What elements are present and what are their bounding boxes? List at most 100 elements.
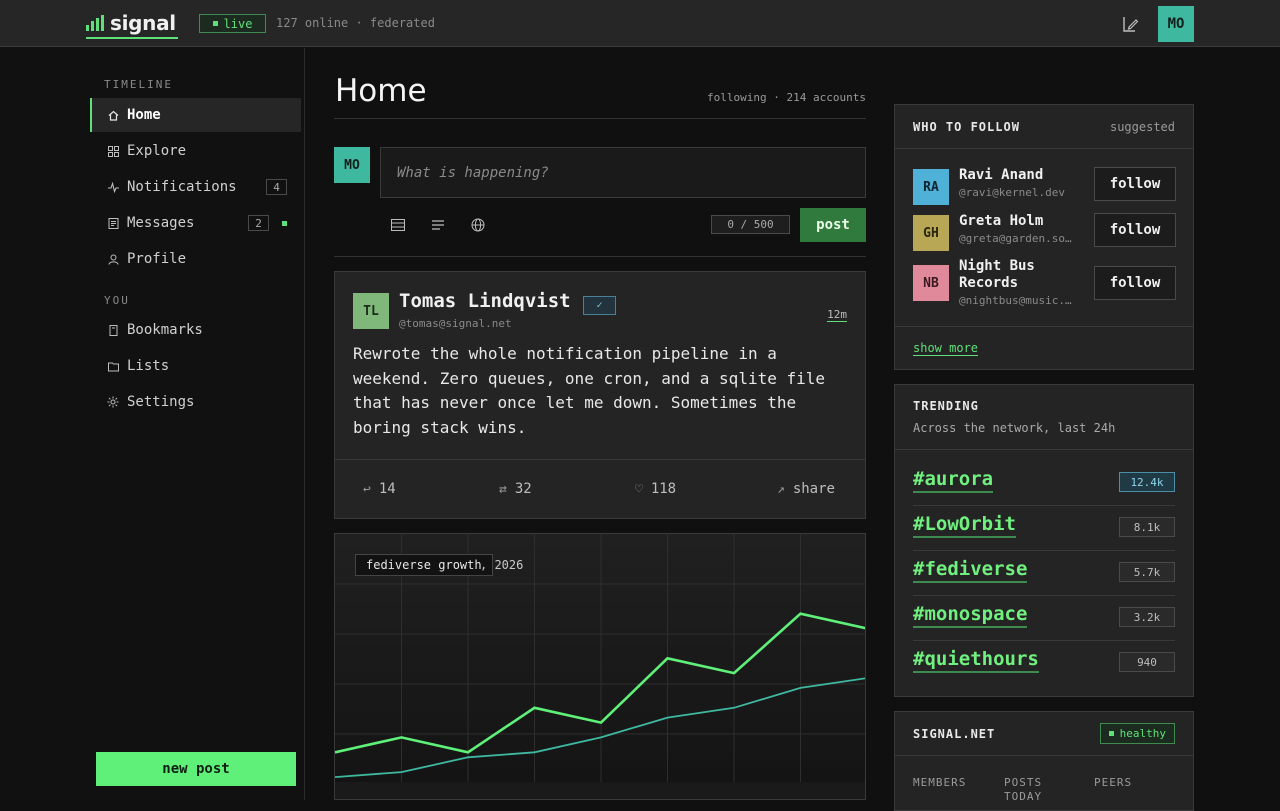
like-button[interactable]: ♡ 118 — [635, 481, 676, 497]
sidebar-item-label: Bookmarks — [127, 322, 203, 338]
panel-header: WHO TO FOLLOW suggested — [895, 105, 1193, 149]
panel-header: SIGNAL.NET healthy — [895, 712, 1193, 756]
sidebar-item-bookmarks[interactable]: Bookmarks — [90, 313, 301, 347]
follow-button[interactable]: follow — [1094, 213, 1176, 247]
pulse-icon — [107, 181, 119, 193]
suggested-user: RA Ravi Anand @ravi@kernel.dev follow — [913, 167, 1176, 207]
unread-dot-icon — [282, 221, 287, 226]
share-icon: ↗ — [777, 481, 785, 497]
like-count: 118 — [650, 481, 677, 497]
sidebar-item-home[interactable]: Home — [90, 98, 301, 132]
sidebar-item-notifications[interactable]: Notifications 4 — [90, 170, 301, 204]
sidebar-item-messages[interactable]: Messages 2 — [90, 206, 301, 240]
panel-title: TRENDING — [913, 399, 979, 413]
hashtag[interactable]: #monospace — [913, 603, 1028, 628]
boost-count: 32 — [514, 481, 532, 497]
trend-count: 12.4k — [1119, 472, 1175, 492]
share-label: share — [792, 481, 835, 497]
compose-icon[interactable] — [1121, 15, 1139, 33]
boost-icon: ⇄ — [499, 481, 507, 497]
post-card: TL Tomas Lindqvist ✓ @tomas@signal.net 1… — [334, 271, 866, 519]
trending-item[interactable]: #LowOrbit 8.1k — [913, 506, 1175, 551]
trending-item[interactable]: #monospace 3.2k — [913, 596, 1175, 641]
globe-icon[interactable] — [470, 217, 486, 233]
chart-title-year: , 2026 — [480, 558, 524, 572]
chart-card: fediverse growth , 2026 — [334, 533, 866, 800]
trend-count: 8.1k — [1119, 517, 1175, 537]
post-timestamp[interactable]: 12m — [827, 308, 847, 322]
divider — [334, 118, 866, 119]
live-label: live — [223, 16, 253, 31]
notification-count-badge: 4 — [266, 179, 287, 195]
composer-avatar: MO — [334, 147, 370, 183]
share-button[interactable]: ↗ share — [777, 481, 835, 497]
gear-icon — [107, 396, 119, 408]
sidebar-item-label: Explore — [127, 143, 187, 159]
user-icon — [107, 253, 119, 265]
compose-input[interactable] — [380, 147, 866, 198]
app-name: signal — [110, 11, 176, 35]
panel-meta: suggested — [1109, 119, 1175, 134]
trend-count: 940 — [1119, 652, 1175, 672]
new-post-button[interactable]: new post — [96, 752, 296, 786]
follow-button[interactable]: follow — [1094, 266, 1176, 300]
sidebar-item-explore[interactable]: Explore — [90, 134, 301, 168]
user-name[interactable]: Night Bus Records — [959, 258, 1079, 292]
hashtag[interactable]: #aurora — [913, 468, 994, 493]
user-name[interactable]: Greta Holm — [959, 213, 1091, 230]
instance-panel: SIGNAL.NET healthy MEMBERS POSTS TODAY P… — [894, 711, 1194, 811]
avatar[interactable]: GH — [913, 215, 949, 251]
sidebar-item-settings[interactable]: Settings — [90, 385, 301, 419]
health-dot-icon — [1108, 731, 1114, 736]
character-counter: 0 / 500 — [711, 215, 790, 234]
suggested-user: NB Night Bus Records @nightbus@music.… f… — [913, 258, 1176, 308]
hashtag[interactable]: #quiethours — [913, 648, 1039, 673]
stat-label-peers: PEERS — [1094, 776, 1133, 789]
message-count-badge: 2 — [248, 215, 269, 231]
text-format-icon[interactable] — [430, 217, 446, 233]
sidebar-item-label: Lists — [127, 358, 170, 374]
user-avatar[interactable]: MO — [1158, 6, 1194, 42]
you-section-label: YOU — [104, 294, 130, 307]
image-icon[interactable] — [390, 217, 406, 233]
avatar[interactable]: NB — [913, 265, 949, 301]
sidebar-item-label: Home — [127, 107, 161, 123]
grid-icon — [107, 145, 119, 157]
panel-title: WHO TO FOLLOW — [913, 119, 1020, 134]
heart-icon: ♡ — [635, 481, 643, 497]
author-handle: @tomas@signal.net — [399, 317, 512, 330]
brand-logo[interactable]: signal — [86, 9, 178, 39]
post-body: Rewrote the whole notification pipeline … — [353, 344, 826, 437]
divider — [895, 326, 1193, 327]
post-button[interactable]: post — [800, 208, 866, 242]
home-icon — [107, 109, 119, 121]
boost-button[interactable]: ⇄ 32 — [499, 481, 532, 497]
following-count: following · 214 accounts — [707, 91, 866, 104]
live-dot-icon — [212, 21, 218, 26]
trending-item[interactable]: #quiethours 940 — [913, 641, 1175, 686]
panel-subtitle: Across the network, last 24h — [913, 421, 1116, 435]
hashtag[interactable]: #fediverse — [913, 558, 1028, 583]
author-name[interactable]: Tomas Lindqvist — [399, 290, 571, 312]
user-handle: @ravi@kernel.dev — [959, 186, 1065, 199]
divider — [895, 449, 1193, 450]
user-name[interactable]: Ravi Anand — [959, 167, 1091, 184]
folder-icon — [107, 360, 119, 372]
trending-item[interactable]: #aurora 12.4k — [913, 461, 1175, 506]
user-handle: @greta@garden.so… — [959, 232, 1072, 245]
live-badge: live — [199, 14, 266, 33]
sidebar-item-lists[interactable]: Lists — [90, 349, 301, 383]
show-more-link[interactable]: show more — [913, 341, 979, 356]
suggested-user: GH Greta Holm @greta@garden.so… follow — [913, 213, 1176, 253]
health-label: healthy — [1119, 727, 1166, 740]
sidebar-item-profile[interactable]: Profile — [90, 242, 301, 276]
stat-label-members: MEMBERS — [913, 776, 967, 789]
avatar[interactable]: RA — [913, 169, 949, 205]
trending-item[interactable]: #fediverse 5.7k — [913, 551, 1175, 596]
health-badge: healthy — [1099, 723, 1175, 744]
follow-button[interactable]: follow — [1094, 167, 1176, 201]
reply-button[interactable]: ↩ 14 — [363, 481, 396, 497]
hashtag[interactable]: #LowOrbit — [913, 513, 1016, 538]
who-to-follow-panel: WHO TO FOLLOW suggested RA Ravi Anand @r… — [894, 104, 1194, 370]
author-avatar[interactable]: TL — [353, 293, 389, 329]
